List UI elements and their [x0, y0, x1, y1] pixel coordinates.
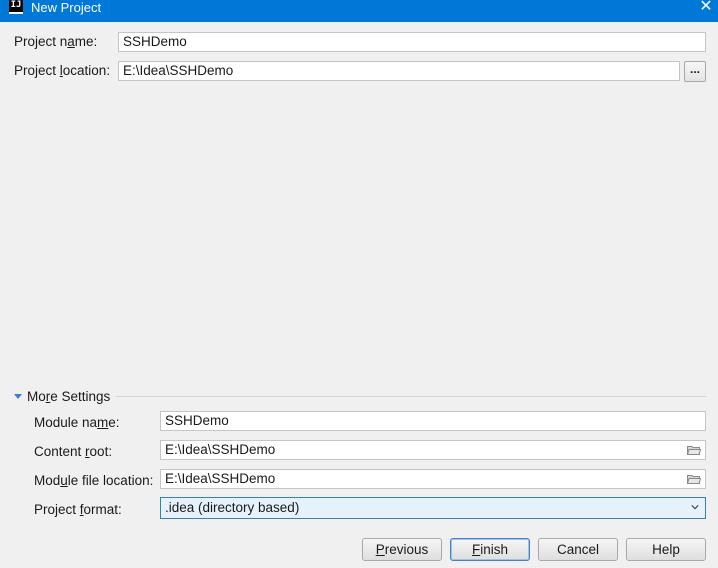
module-name-input[interactable]: SSHDemo	[160, 411, 706, 431]
previous-button[interactable]: Previous	[362, 538, 442, 561]
more-settings-toggle[interactable]: More Settings	[14, 389, 110, 404]
intellij-app-icon: IJ	[9, 0, 23, 14]
folder-icon[interactable]	[687, 445, 701, 455]
browse-location-button[interactable]: ...	[684, 61, 706, 82]
module-file-location-input[interactable]: E:\Idea\SSHDemo	[160, 469, 706, 489]
expand-triangle-icon	[14, 393, 22, 399]
cancel-button[interactable]: Cancel	[538, 538, 618, 561]
window-title: New Project	[31, 0, 102, 15]
content-root-label: Content root:	[34, 444, 113, 459]
project-name-input[interactable]: SSHDemo	[118, 32, 706, 52]
close-icon[interactable]: ✕	[694, 0, 718, 18]
project-location-label: Project location:	[14, 63, 111, 78]
folder-icon[interactable]	[687, 474, 701, 484]
title-bar: IJ New Project ✕	[0, 0, 718, 22]
project-location-input[interactable]: E:\Idea\SSHDemo	[118, 61, 680, 81]
content-root-input[interactable]: E:\Idea\SSHDemo	[160, 440, 706, 460]
project-name-label: Project name:	[14, 34, 98, 49]
project-format-select[interactable]: .idea (directory based)	[160, 497, 706, 519]
help-button[interactable]: Help	[626, 538, 706, 561]
module-file-location-label: Module file location:	[34, 473, 154, 488]
chevron-down-icon	[691, 505, 699, 510]
section-divider	[116, 396, 706, 397]
project-format-label: Project format:	[34, 502, 122, 517]
finish-button[interactable]: Finish	[450, 538, 530, 561]
module-name-label: Module name:	[34, 415, 120, 430]
